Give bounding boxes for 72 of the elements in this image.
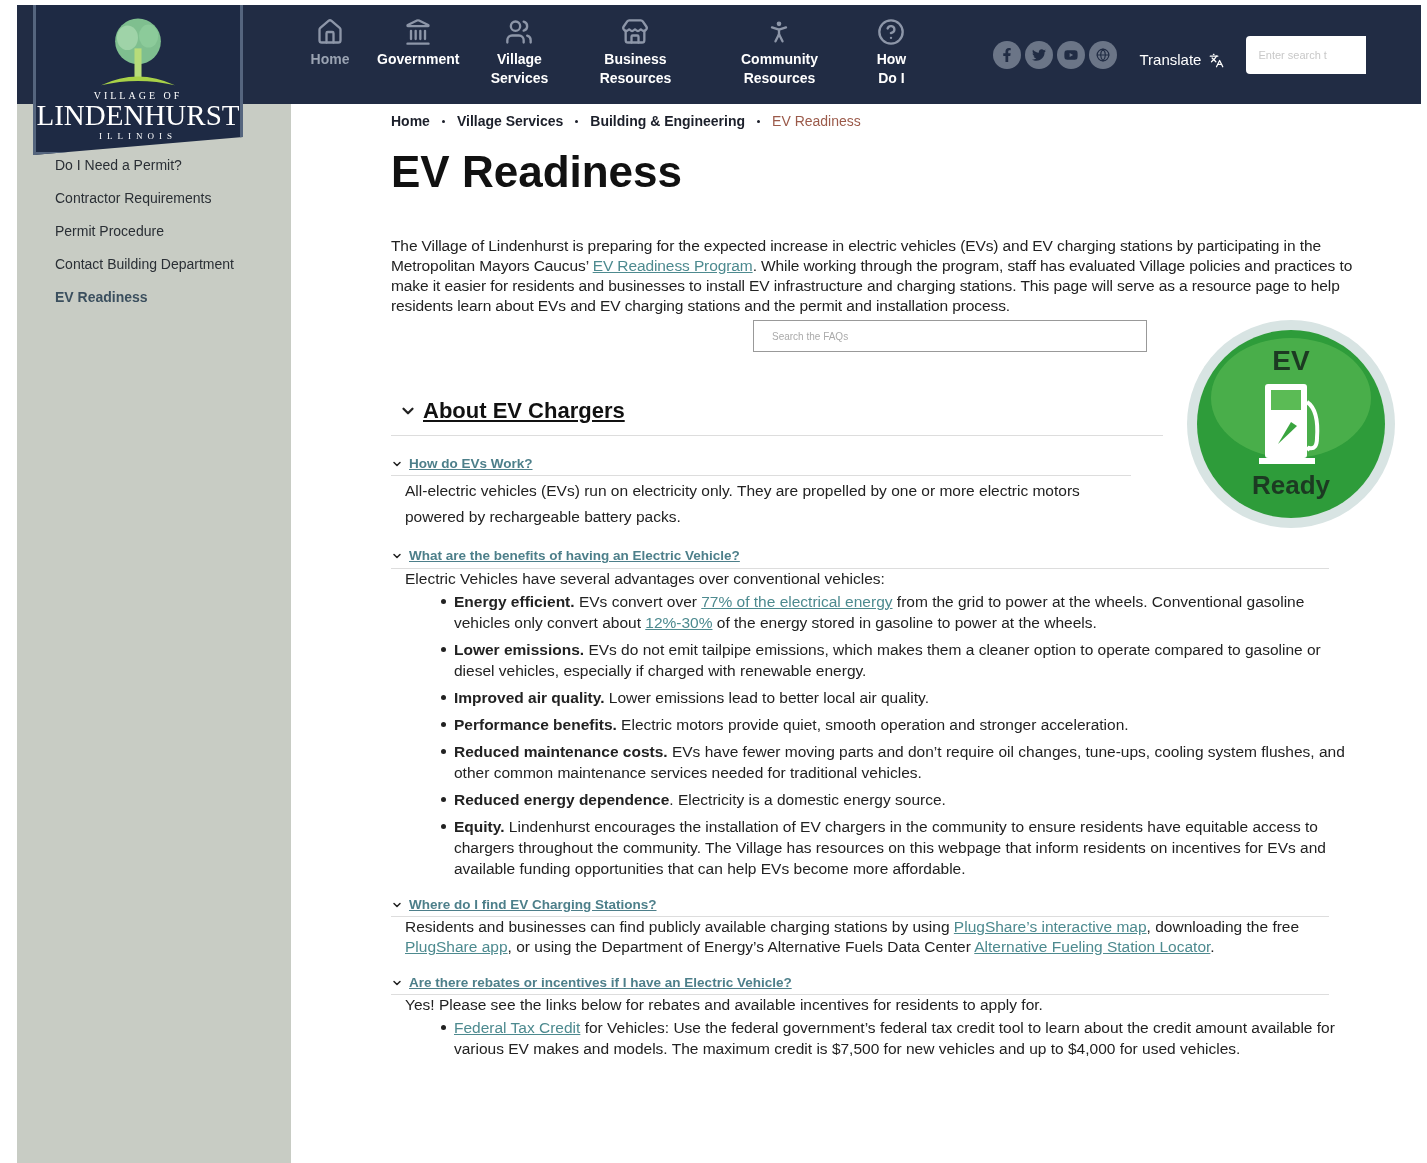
faq-question[interactable]: Where do I find EV Charging Stations? bbox=[391, 894, 1329, 917]
faq-question[interactable]: How do EVs Work? bbox=[391, 454, 1131, 477]
ev-ready-badge: EV Ready bbox=[1185, 318, 1397, 530]
bullet-icon bbox=[441, 748, 446, 754]
separator-icon bbox=[441, 119, 445, 123]
logo-subtitle: VILLAGE OF bbox=[93, 91, 183, 101]
home-icon bbox=[316, 18, 344, 46]
nav-item[interactable]: Home bbox=[291, 18, 369, 69]
bullet-icon bbox=[441, 823, 446, 829]
social-link[interactable] bbox=[1089, 41, 1118, 69]
faq-answer: Yes! Please see the links below for rebates and available incentives for residents to apply for. bbox=[405, 995, 1044, 1015]
nav-item[interactable]: How Do I bbox=[859, 18, 924, 88]
section-header[interactable]: About EV Chargers bbox=[391, 394, 1163, 436]
bullet-icon bbox=[441, 598, 446, 604]
faq-question[interactable]: What are the benefits of having an Electric Vehicle? bbox=[391, 546, 1329, 569]
nav-item[interactable]: Village Services bbox=[467, 18, 572, 88]
sidebar-link[interactable]: Permit Procedure bbox=[55, 222, 291, 240]
benefit-text: Equity. Lindenhurst encourages the installation of EV chargers in the community to ensure residents have equitable access to chargers throughout the community. The Village has resources on this webpage that inform residents on incentives for EVs and available funding opportunities that can help EVs become more affordable. bbox=[454, 816, 1327, 879]
bullet-icon bbox=[441, 694, 446, 700]
building-icon bbox=[404, 18, 433, 46]
translate-icon bbox=[1209, 52, 1225, 68]
faq-answer: All-electric vehicles (EVs) run on electricity only. They are propelled by one or more electric motors powered by rechargeable battery packs. bbox=[405, 481, 1081, 528]
nav-item[interactable]: Government bbox=[369, 18, 468, 69]
sidebar-link[interactable]: Contractor Requirements bbox=[55, 189, 291, 207]
benefit-text: Improved air quality. Lower emissions lead to better local air quality. bbox=[454, 687, 929, 708]
breadcrumb-link[interactable]: Building & Engineering bbox=[590, 110, 746, 132]
intro-paragraph: The Village of Lindenhurst is preparing for the expected increase in electric vehicles (EVs) and EV charging stations by participating in the Metropolitan Mayors Caucus’ EV Readiness Program. While working through the program, staff has evaluated Village policies and practices to make it easier for residents and businesses to install EV infrastructure and charging stations. This page will serve as a resource page to help residents learn about EVs and EV charging stations and the permit and installation process. bbox=[391, 236, 1354, 316]
social-link[interactable] bbox=[1057, 41, 1086, 69]
translate-button[interactable]: Translate bbox=[1139, 49, 1225, 72]
sidebar-link[interactable]: EV Readiness bbox=[55, 288, 291, 306]
separator-icon bbox=[575, 119, 579, 123]
help-icon bbox=[877, 18, 906, 46]
benefit-text: Energy efficient. EVs convert over 77% of the electrical energy from the grid to power at the wheels. Conventional gasoline vehicles only convert about 12%-30% of the energy stored in gasoline to power at the wheels. bbox=[454, 591, 1306, 633]
sidebar-link[interactable]: Contact Building Department bbox=[55, 255, 291, 273]
text-link[interactable]: PlugShare’s interactive map bbox=[953, 917, 1147, 935]
sidebar-link[interactable]: Do I Need a Permit? bbox=[55, 156, 291, 174]
benefit-text: Reduced energy dependence. Electricity is a domestic energy source. bbox=[454, 789, 946, 810]
text-link[interactable]: PlugShare app bbox=[405, 937, 508, 955]
page-title: EV Readiness bbox=[391, 146, 684, 198]
bullet-icon bbox=[441, 646, 446, 652]
text-link[interactable]: 77% of the electrical energy bbox=[701, 592, 893, 610]
benefit-text: Reduced maintenance costs. EVs have fewer moving parts and don’t require oil changes, tune-ups, cooling system flushes, and other common maintenance services needed for traditional vehicles. bbox=[454, 741, 1346, 783]
people-icon bbox=[505, 18, 534, 46]
youtube-icon bbox=[1064, 48, 1079, 62]
separator-icon bbox=[757, 119, 761, 123]
text-link[interactable]: Alternative Fueling Station Locator bbox=[974, 937, 1211, 955]
logo-name: LINDENHURST bbox=[36, 101, 240, 130]
globe-icon bbox=[1096, 48, 1111, 62]
social-link[interactable] bbox=[1025, 41, 1054, 69]
text-link[interactable]: EV Readiness Program bbox=[592, 257, 753, 274]
bullet-icon bbox=[441, 1025, 446, 1030]
text-link[interactable]: 12%-30% bbox=[645, 613, 713, 631]
faq-answer: Residents and businesses can find publicly available charging stations by using PlugShare’s interactive map, downloading the free PlugShare app, or using the Department of Energy’s Alternative Fuels Data Center Alternative Fueling Station Locator. bbox=[405, 916, 1301, 957]
breadcrumb-link[interactable]: EV Readiness bbox=[772, 110, 861, 132]
nav-item[interactable]: Community Resources bbox=[699, 18, 860, 88]
faq-question[interactable]: Are there rebates or incentives if I have an Electric Vehicle? bbox=[391, 972, 1329, 995]
breadcrumb-link[interactable]: Home bbox=[391, 110, 430, 132]
breadcrumb-link[interactable]: Village Services bbox=[456, 110, 564, 132]
bullet-icon bbox=[441, 721, 446, 727]
benefit-text: Federal Tax Credit for Vehicles: Use the federal government’s federal tax credit tool to learn about the credit amount available for various EV makes and models. The maximum credit is $7,500 for new vehicles and up to $4,000 for used vehicles. bbox=[454, 1018, 1336, 1059]
logo-shield[interactable]: VILLAGE OF LINDENHURST ILLINOIS bbox=[33, 5, 243, 155]
logo-state: ILLINOIS bbox=[99, 132, 177, 141]
nav-item[interactable]: Business Resources bbox=[571, 18, 700, 88]
benefit-text: Performance benefits. Electric motors provide quiet, smooth operation and stronger acceleration. bbox=[454, 714, 1129, 735]
benefit-text: Lower emissions. EVs do not emit tailpipe emissions, which makes them a cleaner option to operate compared to gasoline or diesel vehicles, especially if charged with renewable energy. bbox=[454, 639, 1322, 681]
twitter-icon bbox=[1032, 48, 1047, 62]
faq-search-field[interactable]: Search the FAQs bbox=[753, 320, 1147, 352]
bullet-icon bbox=[441, 796, 446, 802]
faq-answer: Electric Vehicles have several advantages over conventional vehicles: bbox=[405, 568, 886, 589]
text-link[interactable]: Federal Tax Credit bbox=[454, 1019, 581, 1036]
store-icon bbox=[621, 18, 650, 46]
social-link[interactable] bbox=[993, 41, 1022, 69]
